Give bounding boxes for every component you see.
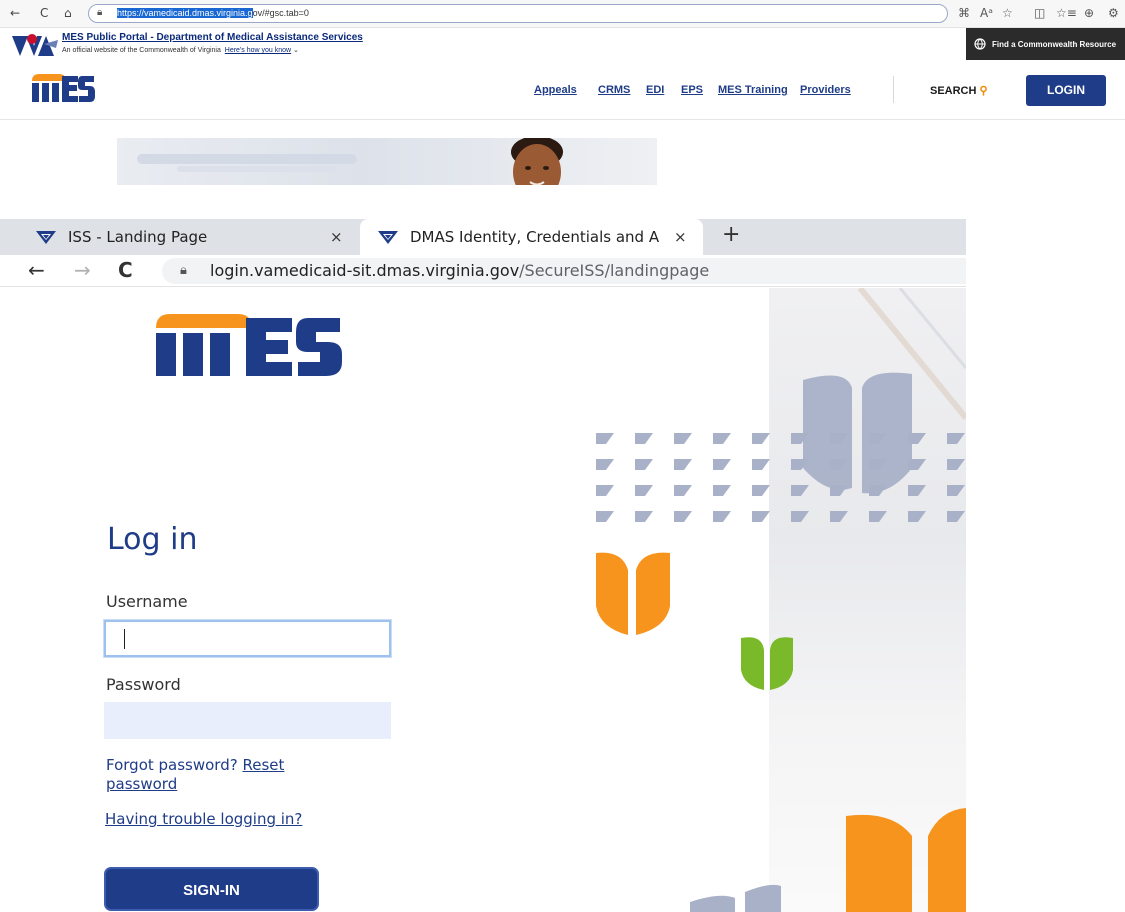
nav-providers[interactable]: Providers — [800, 84, 851, 96]
nav-eps[interactable]: EPS — [681, 84, 703, 96]
collections-icon[interactable]: ⊕ — [1084, 6, 1094, 20]
username-field[interactable] — [103, 619, 392, 658]
banner-blur-bar-2 — [177, 166, 337, 172]
gov-subtitle-text: An official website of the Commonwealth … — [62, 47, 221, 54]
address-rest: ov/#gsc.tab=0 — [252, 8, 309, 18]
gov-subtitle: An official website of the Commonwealth … — [62, 46, 299, 54]
close-icon[interactable]: × — [674, 228, 687, 246]
hero-photo — [769, 288, 966, 912]
read-aloud-icon[interactable]: Aᵃ — [980, 6, 993, 20]
back-icon[interactable]: ← — [10, 6, 20, 20]
person-photo — [511, 138, 563, 185]
trouble-logging-in-link[interactable]: Having trouble logging in? — [105, 810, 302, 828]
tab-label: DMAS Identity, Credentials and A — [410, 228, 660, 246]
forward-icon[interactable]: → — [74, 258, 91, 282]
favorite-star-icon[interactable]: ☆ — [1002, 6, 1013, 20]
lock-icon: 🔒︎ — [97, 7, 103, 18]
text-caret — [124, 629, 125, 649]
back-icon[interactable]: ← — [28, 258, 45, 282]
home-icon[interactable]: ⌂ — [64, 6, 72, 20]
address-selected: https://vamedicaid.dmas.virginia.g — [117, 8, 253, 18]
address-text[interactable]: https://vamedicaid.dmas.virginia.gov/#gs… — [117, 8, 309, 18]
va-logo-icon — [378, 231, 398, 244]
search-link[interactable]: SEARCH ⚲ — [930, 84, 988, 97]
lock-icon: 🔒︎ — [180, 262, 187, 277]
close-icon[interactable]: × — [330, 228, 343, 246]
tab-iss-landing[interactable]: ISS - Landing Page × — [0, 219, 360, 255]
forgot-password: Forgot password? Reset password — [106, 756, 346, 794]
login-page: Log in Username Password Forgot password… — [0, 288, 966, 912]
url-host: login.vamedicaid-sit.dmas.virginia.gov — [210, 261, 520, 280]
split-screen-icon[interactable]: ◫ — [1034, 6, 1045, 20]
va-logo-icon — [36, 231, 56, 244]
sign-in-button[interactable]: SIGN-IN — [104, 867, 319, 911]
nav-appeals[interactable]: Appeals — [534, 84, 577, 96]
qr-icon[interactable]: ⌘ — [958, 6, 970, 20]
search-label: SEARCH — [930, 85, 977, 97]
find-commonwealth-resource-button[interactable]: Find a Commonwealth Resource — [966, 28, 1125, 60]
tab-label: ISS - Landing Page — [68, 228, 208, 246]
favorites-icon[interactable]: ☆≡ — [1056, 6, 1077, 20]
search-icon: ⚲ — [979, 85, 988, 97]
page-title: Log in — [107, 522, 198, 557]
password-field[interactable] — [104, 702, 391, 739]
username-label: Username — [106, 592, 188, 611]
forgot-password-text: Forgot password? — [106, 756, 238, 774]
mes-logo[interactable] — [30, 72, 96, 104]
address-text[interactable]: login.vamedicaid-sit.dmas.virginia.gov/S… — [210, 261, 709, 280]
nav-edi[interactable]: EDI — [646, 84, 664, 96]
how-you-know-link[interactable]: Here's how you know — [225, 47, 291, 54]
refresh-icon[interactable]: C — [118, 258, 133, 282]
nav-divider — [893, 76, 894, 103]
url-path: /SecureISS/landingpage — [519, 261, 710, 280]
banner-blur-bar — [137, 154, 357, 164]
va-logo-icon — [12, 34, 58, 56]
plus-icon[interactable]: + — [722, 222, 740, 247]
find-resource-label: Find a Commonwealth Resource — [992, 39, 1117, 49]
mes-logo — [156, 314, 342, 376]
nav-mes-training[interactable]: MES Training — [718, 84, 788, 96]
address-bar[interactable]: 🔒︎ login.vamedicaid-sit.dmas.virginia.go… — [162, 258, 966, 284]
password-label: Password — [106, 675, 181, 694]
extensions-icon[interactable]: ⚙ — [1108, 6, 1119, 20]
hero-banner-image — [117, 138, 657, 185]
address-bar[interactable]: 🔒︎ https://vamedicaid.dmas.virginia.gov/… — [88, 4, 948, 23]
chevron-down-icon[interactable]: ⌄ — [293, 47, 299, 54]
globe-icon — [974, 38, 986, 50]
refresh-icon[interactable]: C — [40, 6, 48, 20]
login-button[interactable]: LOGIN — [1026, 75, 1106, 106]
gov-portal-title[interactable]: MES Public Portal - Department of Medica… — [62, 32, 363, 43]
tab-dmas-identity[interactable]: DMAS Identity, Credentials and A × — [360, 219, 703, 255]
nav-crms[interactable]: CRMS — [598, 84, 630, 96]
